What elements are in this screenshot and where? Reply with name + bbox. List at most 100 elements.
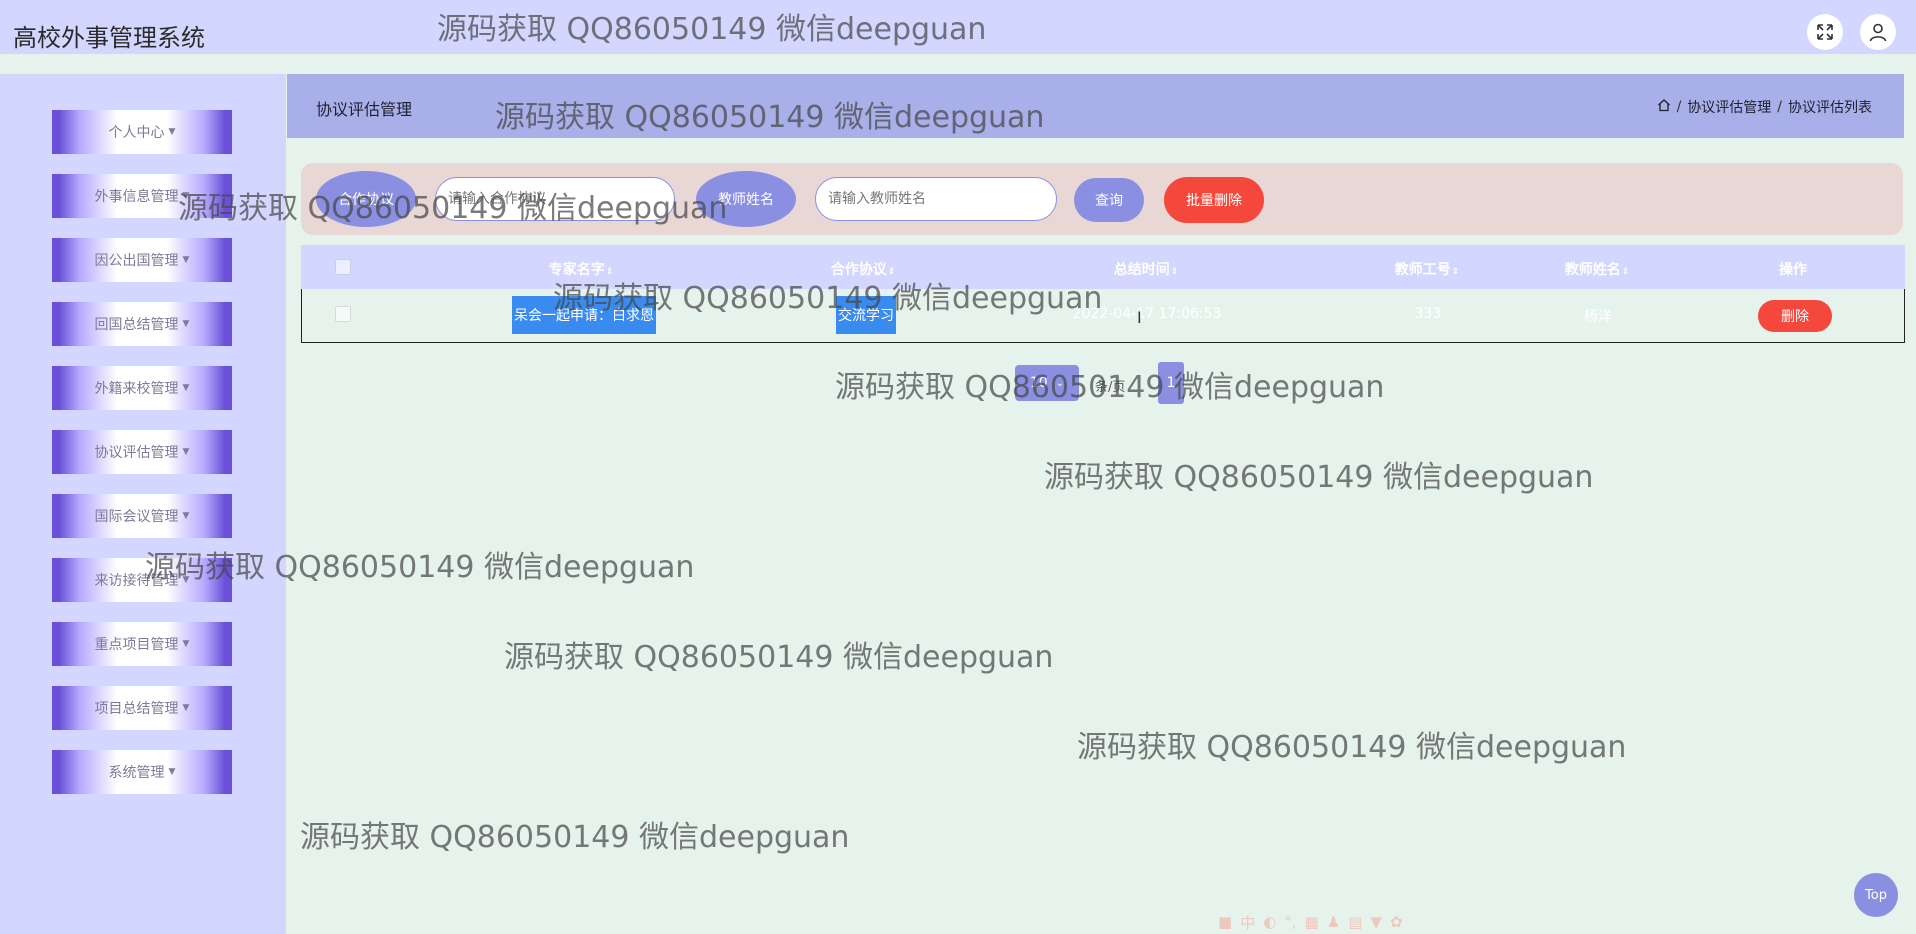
ime-shirt-icon: ▼	[1370, 913, 1382, 931]
caret-down-icon: ▼	[182, 447, 190, 457]
page-title: 协议评估管理	[316, 100, 413, 119]
breadcrumb-item-current: 协议评估列表	[1788, 100, 1872, 116]
ime-gear-icon: ✿	[1389, 913, 1403, 931]
cell-expert: 呆会一起申请：白求恩	[512, 296, 656, 334]
chevron-down-icon: ⌄	[1055, 377, 1065, 389]
sidebar-item-label: 项目总结管理	[94, 701, 179, 717]
caret-down-icon: ▼	[182, 319, 190, 329]
column-header-teacher-id[interactable]: 教师工号⇕	[1395, 259, 1460, 279]
batch-delete-button[interactable]: 批量删除	[1164, 177, 1264, 223]
sort-icon[interactable]: ⇕	[1452, 267, 1460, 277]
breadcrumb-separator: /	[1676, 99, 1682, 115]
sidebar-item-foreign-affairs-info[interactable]: 外事信息管理 ▼	[52, 174, 232, 218]
caret-down-icon: ▼	[182, 255, 190, 265]
caret-down-icon: ▼	[168, 767, 176, 777]
ime-punctuation-icon: °,	[1284, 913, 1297, 931]
sidebar-item-foreign-visitors[interactable]: 外籍来校管理 ▼	[52, 366, 232, 410]
agreement-search-input[interactable]	[435, 177, 675, 221]
caret-down-icon: ▼	[182, 383, 190, 393]
column-label: 专家名字	[548, 262, 605, 278]
page-size-label: 条/页	[1095, 380, 1126, 395]
column-label: 教师姓名	[1564, 262, 1621, 278]
cell-teacher-id: 333	[1414, 306, 1442, 322]
caret-down-icon: ▼	[182, 511, 190, 521]
back-to-top-button[interactable]: Top	[1854, 873, 1898, 917]
cell-agreement: 交流学习	[836, 296, 896, 334]
column-header-agreement[interactable]: 合作协议⇕	[831, 259, 896, 279]
select-all-checkbox[interactable]	[335, 259, 351, 275]
teacher-name-label: 教师姓名	[696, 171, 796, 227]
caret-down-icon: ▼	[168, 127, 176, 137]
sidebar: 个人中心 ▼ 外事信息管理 ▼ 因公出国管理 ▼ 回国总结管理 ▼ 外籍来校管理 ▼ 协议…	[0, 74, 286, 934]
search-panel: 合作协议 教师姓名 查询 批量删除	[301, 163, 1903, 235]
home-icon[interactable]	[1657, 98, 1671, 116]
sidebar-item-return-summary[interactable]: 回国总结管理 ▼	[52, 302, 232, 346]
app-title: 高校外事管理系统	[13, 24, 205, 52]
watermark: 源码获取 QQ86050149 微信deepguan	[300, 820, 850, 855]
caret-down-icon: ▼	[182, 191, 190, 201]
sidebar-item-label: 系统管理	[108, 765, 165, 781]
agreement-label: 合作协议	[316, 171, 416, 227]
sidebar-item-agreement-evaluation[interactable]: 协议评估管理 ▼	[52, 430, 232, 474]
watermark: 源码获取 QQ86050149 微信deepguan	[1044, 460, 1594, 495]
watermark: 源码获取 QQ86050149 微信deepguan	[504, 640, 1054, 675]
caret-down-icon: ▼	[182, 575, 190, 585]
column-header-expert[interactable]: 专家名字⇕	[549, 259, 614, 279]
caret-down-icon: ▼	[182, 639, 190, 649]
sidebar-item-system-management[interactable]: 系统管理 ▼	[52, 750, 232, 794]
sidebar-item-label: 回国总结管理	[94, 317, 179, 333]
expand-icon[interactable]	[1807, 14, 1843, 50]
breadcrumb-bar: 协议评估管理 / 协议评估管理 / 协议评估列表	[287, 74, 1904, 138]
sidebar-item-key-projects[interactable]: 重点项目管理 ▼	[52, 622, 232, 666]
sidebar-item-official-abroad[interactable]: 因公出国管理 ▼	[52, 238, 232, 282]
ime-moon-icon: ◐	[1263, 913, 1277, 931]
sort-icon[interactable]: ⇕	[1171, 267, 1179, 277]
sidebar-item-label: 重点项目管理	[94, 637, 179, 653]
breadcrumb-item[interactable]: 协议评估管理	[1687, 97, 1771, 117]
user-icon[interactable]	[1860, 14, 1896, 50]
sidebar-item-label: 来访接待管理	[94, 573, 179, 589]
text-cursor-icon: I	[1137, 308, 1142, 327]
sidebar-item-label: 外事信息管理	[94, 189, 179, 205]
top-header: 高校外事管理系统	[0, 0, 1916, 62]
cell-time: 2022-04-17 17:06:53	[1072, 306, 1222, 322]
sidebar-item-personal-center[interactable]: 个人中心 ▼	[52, 110, 232, 154]
column-header-teacher-name[interactable]: 教师姓名⇕	[1565, 259, 1630, 279]
cell-teacher-name: 杨洋	[1584, 309, 1612, 325]
breadcrumb: / 协议评估管理 / 协议评估列表	[1657, 97, 1872, 117]
evaluation-table: 专家名字⇕ 合作协议⇕ 总结时间⇕ 教师工号⇕ 教师姓名⇕ 操作 呆会一起申请：…	[301, 245, 1905, 343]
column-header-action: 操作	[1779, 262, 1807, 278]
sidebar-item-label: 协议评估管理	[94, 445, 179, 461]
sidebar-item-project-summary[interactable]: 项目总结管理 ▼	[52, 686, 232, 730]
sort-icon[interactable]: ⇕	[606, 267, 614, 277]
sidebar-item-international-conference[interactable]: 国际会议管理 ▼	[52, 494, 232, 538]
page-size-select[interactable]: 10 ⌄	[1015, 365, 1079, 401]
table-row[interactable]: 呆会一起申请：白求恩 交流学习 2022-04-17 17:06:53 333 …	[301, 289, 1905, 343]
sidebar-item-label: 国际会议管理	[94, 509, 179, 525]
ime-logo-icon: ■	[1218, 913, 1233, 931]
ime-toolbar: ■ 中 ◐ °, ▦ ♟ ▤ ▼ ✿	[1218, 912, 1403, 932]
delete-button[interactable]: 删除	[1758, 300, 1832, 332]
page-size-value: 10	[1029, 375, 1048, 391]
row-checkbox[interactable]	[335, 306, 351, 322]
column-label: 合作协议	[830, 262, 887, 278]
teacher-name-search-input[interactable]	[815, 177, 1057, 221]
sort-icon[interactable]: ⇕	[888, 267, 896, 277]
sidebar-item-label: 外籍来校管理	[94, 381, 179, 397]
sidebar-item-label: 个人中心	[108, 125, 165, 141]
query-button[interactable]: 查询	[1074, 178, 1144, 222]
ime-person-icon: ♟	[1326, 913, 1341, 931]
sidebar-item-visitor-reception[interactable]: 来访接待管理 ▼	[52, 558, 232, 602]
table-header: 专家名字⇕ 合作协议⇕ 总结时间⇕ 教师工号⇕ 教师姓名⇕ 操作	[301, 245, 1905, 289]
column-header-time[interactable]: 总结时间⇕	[1114, 259, 1179, 279]
pagination-page-current[interactable]: 1	[1158, 362, 1184, 404]
column-label: 教师工号	[1394, 262, 1451, 278]
column-label: 总结时间	[1113, 262, 1170, 278]
ime-grid-icon: ▤	[1348, 913, 1363, 931]
ime-chinese-mode-icon: 中	[1240, 913, 1256, 932]
sidebar-item-label: 因公出国管理	[94, 253, 179, 269]
breadcrumb-separator: /	[1777, 99, 1782, 115]
watermark: 源码获取 QQ86050149 微信deepguan	[1077, 730, 1627, 765]
caret-down-icon: ▼	[182, 703, 190, 713]
sort-icon[interactable]: ⇕	[1622, 267, 1630, 277]
